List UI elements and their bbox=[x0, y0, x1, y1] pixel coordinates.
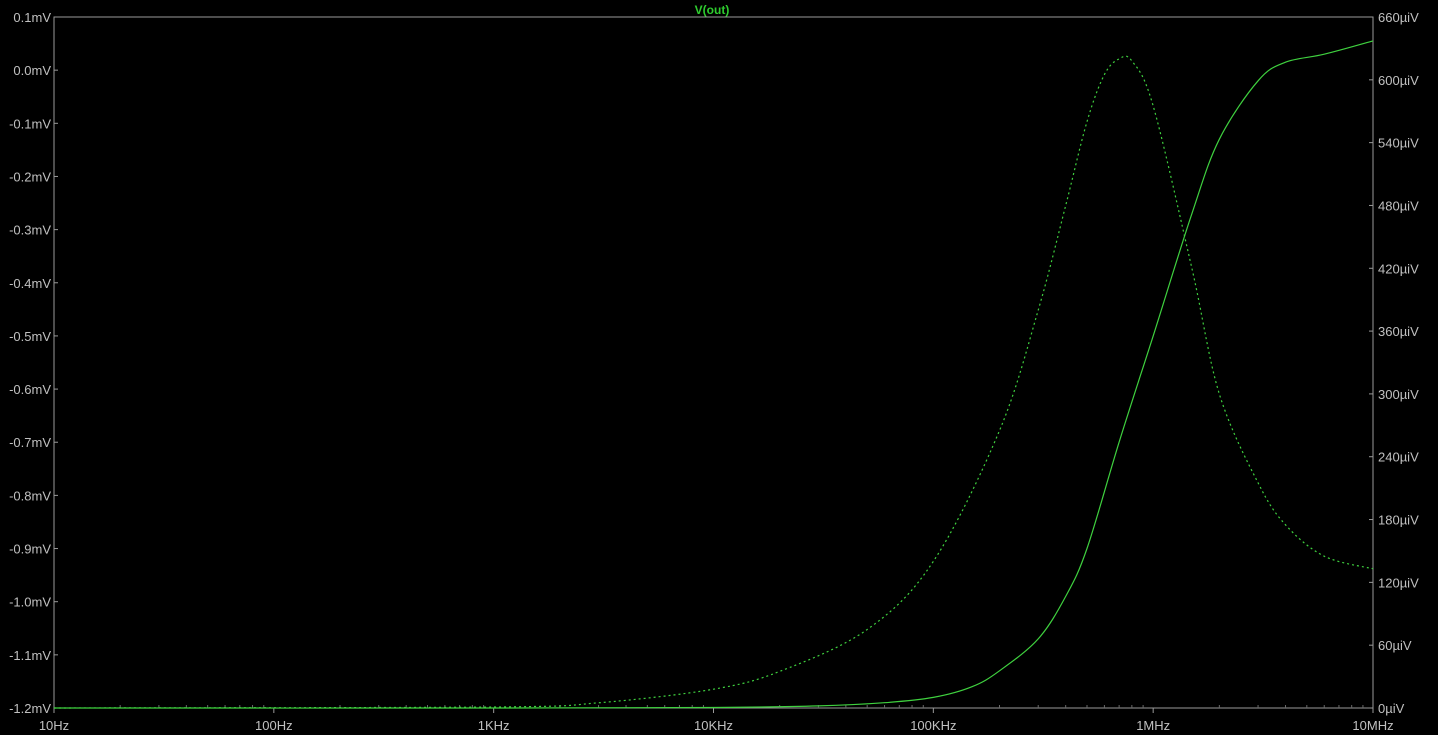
series-1-point bbox=[1086, 121, 1087, 122]
y-left-tick-label: -0.5mV bbox=[9, 329, 51, 344]
series-0-point bbox=[1257, 80, 1258, 81]
y-left-tick-label: -0.6mV bbox=[9, 382, 51, 397]
y-left-tick-label: -0.4mV bbox=[9, 276, 51, 291]
series-0-point bbox=[1086, 548, 1087, 549]
x-tick-label: 10Hz bbox=[39, 718, 69, 733]
y-right-tick-label: 420µiV bbox=[1378, 261, 1419, 276]
y-left-tick-label: -0.3mV bbox=[9, 223, 51, 238]
series-1-point bbox=[1153, 105, 1154, 106]
series-1-point bbox=[713, 689, 714, 690]
series-0-point bbox=[1372, 40, 1373, 41]
series-0-point bbox=[1285, 62, 1286, 63]
chart-title[interactable]: V(out) bbox=[695, 3, 730, 17]
series-1-point bbox=[867, 629, 868, 630]
y-left-tick-label: -0.1mV bbox=[9, 116, 51, 131]
series-0-point bbox=[1038, 638, 1039, 639]
series-1-point bbox=[1131, 60, 1132, 61]
y-left-tick-label: -1.2mV bbox=[9, 701, 51, 716]
series-1-point bbox=[1219, 393, 1220, 394]
y-right-tick-label: 180µiV bbox=[1378, 513, 1419, 528]
y-right-tick-label: 60µiV bbox=[1378, 638, 1412, 653]
series-0-point bbox=[1219, 139, 1220, 140]
y-right-tick-label: 120µiV bbox=[1378, 575, 1419, 590]
x-tick-label: 1MHz bbox=[1136, 718, 1170, 733]
series-1-point bbox=[1285, 524, 1286, 525]
plot-canvas: V(out) 10Hz 100Hz 1KHz 10KHz 100KHz 1MHz 10MHz… bbox=[0, 0, 1438, 735]
plot-background bbox=[0, 0, 1438, 735]
series-1-point bbox=[1104, 74, 1105, 75]
y-left-tick-label: -0.2mV bbox=[9, 169, 51, 184]
series-0-point bbox=[1191, 213, 1192, 214]
y-left-tick-label: 0.0mV bbox=[13, 63, 51, 78]
x-tick-label: 100Hz bbox=[255, 718, 293, 733]
y-left-tick-label: -0.8mV bbox=[9, 488, 51, 503]
series-1-point bbox=[598, 702, 599, 703]
y-right-tick-label: 240µiV bbox=[1378, 450, 1419, 465]
y-right-tick-label: 300µiV bbox=[1378, 387, 1419, 402]
series-0-point bbox=[884, 702, 885, 703]
y-right-tick-label: 360µiV bbox=[1378, 324, 1419, 339]
series-0-point bbox=[818, 705, 819, 706]
x-tick-label: 10MHz bbox=[1352, 718, 1393, 733]
y-right-tick-label: 0µiV bbox=[1378, 701, 1405, 716]
series-1-point bbox=[1324, 556, 1325, 557]
x-tick-label: 10KHz bbox=[694, 718, 733, 733]
y-left-tick-label: -1.0mV bbox=[9, 595, 51, 610]
series-1-point bbox=[999, 430, 1000, 431]
series-0-point bbox=[971, 686, 972, 687]
series-0-point bbox=[1153, 335, 1154, 336]
series-0-point bbox=[933, 697, 934, 698]
series-1-point bbox=[933, 561, 934, 562]
series-0-point bbox=[999, 670, 1000, 671]
series-0-point bbox=[1065, 596, 1066, 597]
y-left-tick-label: -1.1mV bbox=[9, 648, 51, 663]
y-right-tick-label: 540µiV bbox=[1378, 136, 1419, 151]
x-tick-label: 100KHz bbox=[910, 718, 956, 733]
series-1-point bbox=[53, 707, 54, 708]
y-left-tick-label: -0.7mV bbox=[9, 435, 51, 450]
y-right-tick-label: 600µiV bbox=[1378, 73, 1419, 88]
series-1-point bbox=[1038, 310, 1039, 311]
series-1-point bbox=[1191, 268, 1192, 269]
y-right-tick-label: 480µiV bbox=[1378, 198, 1419, 213]
x-tick-label: 1KHz bbox=[478, 718, 510, 733]
series-1-point bbox=[1257, 482, 1258, 483]
y-left-tick-label: -0.9mV bbox=[9, 542, 51, 557]
series-0-point bbox=[713, 707, 714, 708]
series-1-point bbox=[1119, 58, 1120, 59]
series-0-point bbox=[1324, 54, 1325, 55]
y-right-tick-label: 660µiV bbox=[1378, 10, 1419, 25]
series-1-point bbox=[1065, 205, 1066, 206]
y-left-tick-label: 0.1mV bbox=[13, 10, 51, 25]
series-1-point bbox=[779, 671, 780, 672]
series-0-point bbox=[1119, 442, 1120, 443]
series-1-point bbox=[493, 706, 494, 707]
series-1-point bbox=[1372, 568, 1373, 569]
